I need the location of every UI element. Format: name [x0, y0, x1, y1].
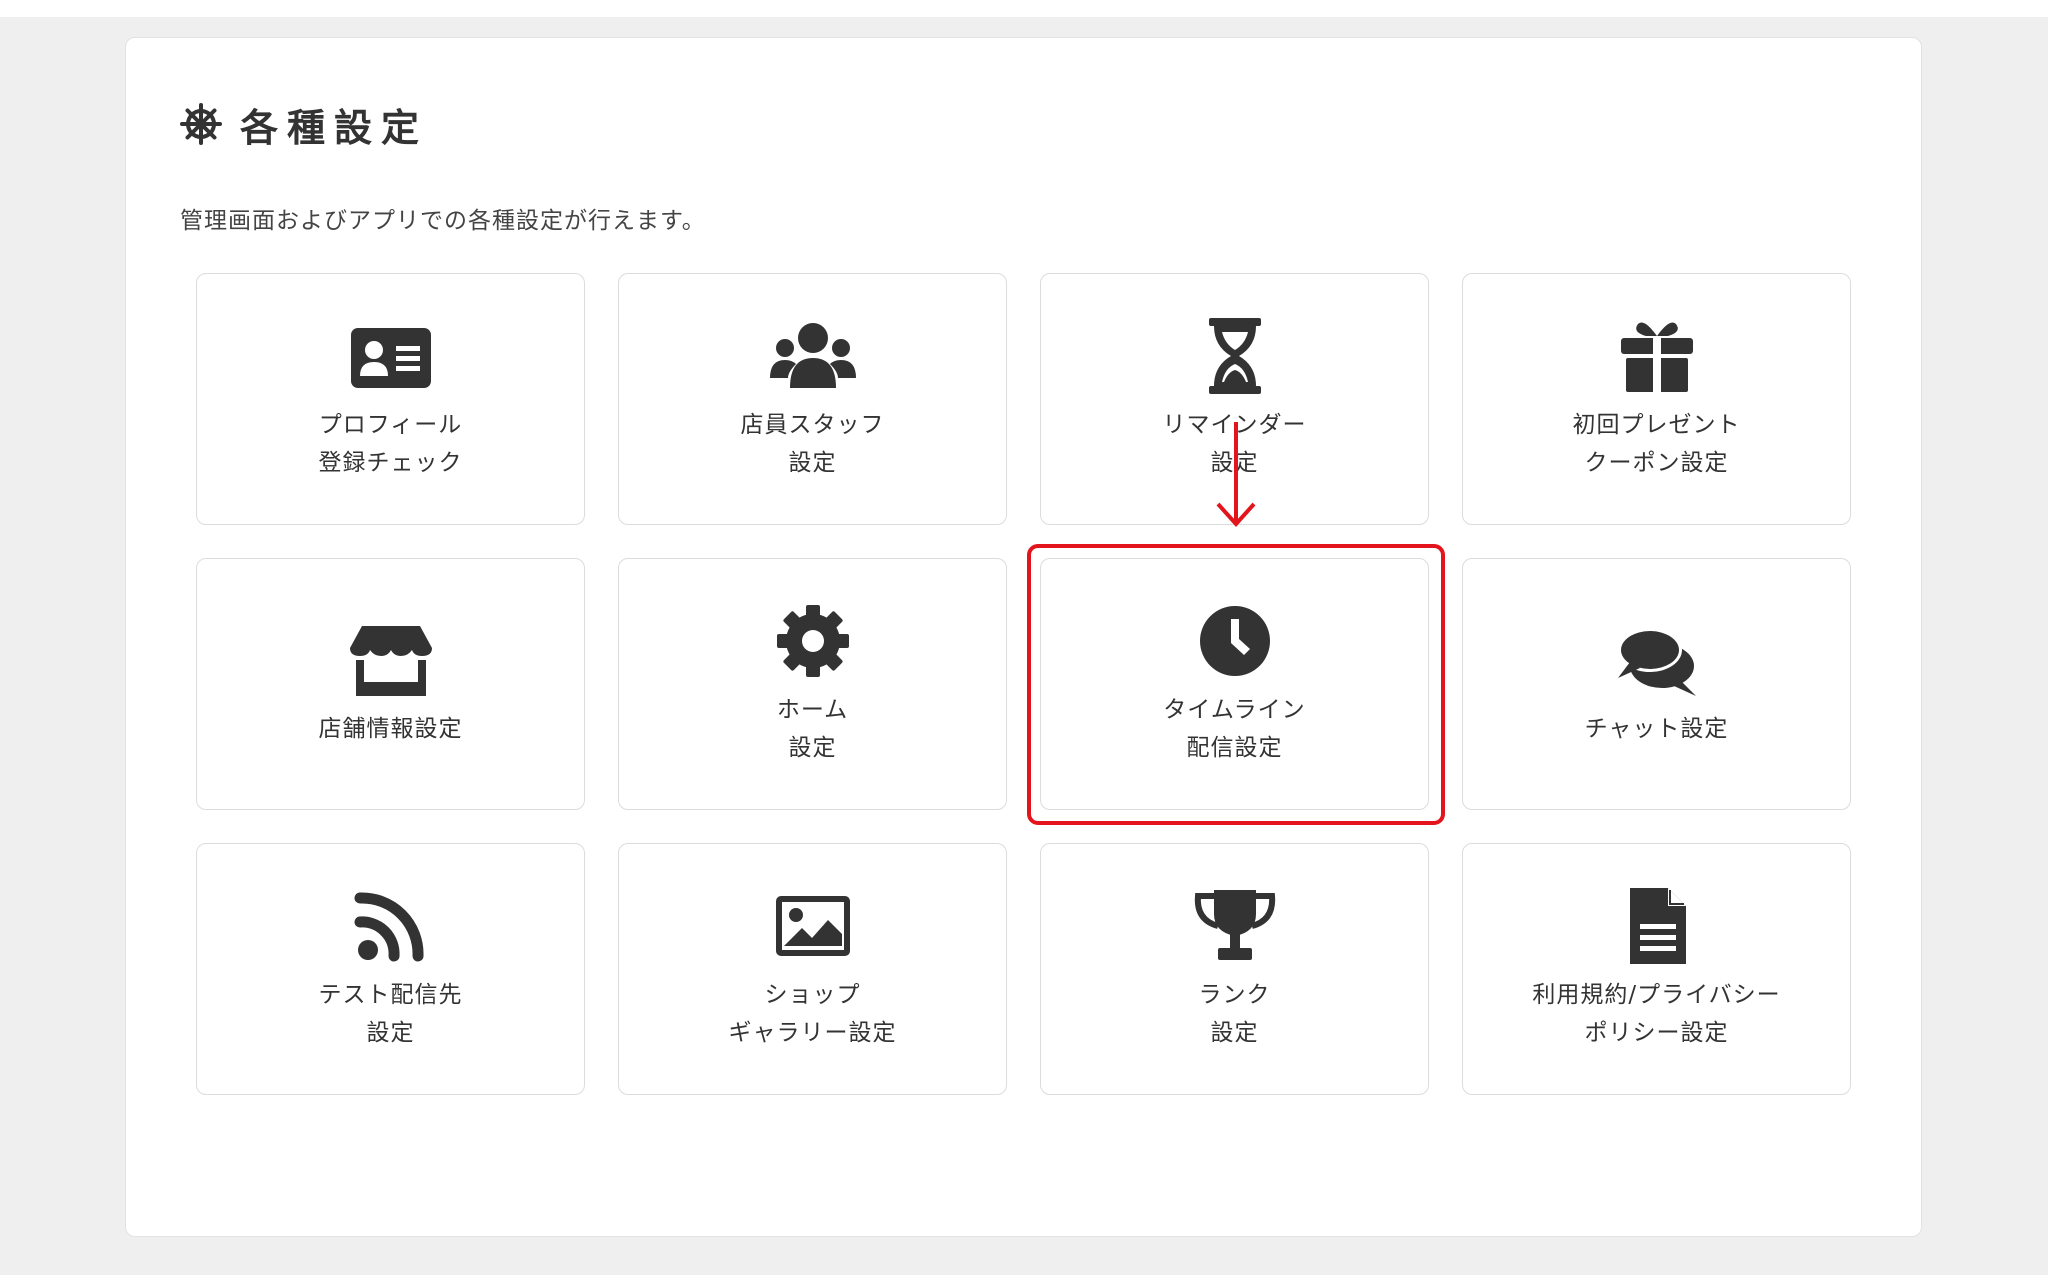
settings-grid: プロフィール 登録チェック 店員スタッフ 設定 リマインダー 設定 初回プレゼン…	[196, 273, 1852, 1095]
card-reminder-settings[interactable]: リマインダー 設定	[1040, 273, 1429, 525]
top-strip	[0, 0, 2048, 17]
store-icon	[348, 620, 434, 700]
card-profile-check[interactable]: プロフィール 登録チェック	[196, 273, 585, 525]
page-title: 各種設定	[240, 105, 429, 150]
card-label: チャット設定	[1584, 716, 1729, 742]
card-store-info-settings[interactable]: 店舗情報設定	[196, 558, 585, 810]
image-icon	[770, 886, 856, 966]
card-label: タイムライン 配信設定	[1163, 697, 1306, 761]
card-label: ショップ ギャラリー設定	[728, 982, 897, 1046]
card-label: プロフィール 登録チェック	[318, 412, 463, 476]
card-label: リマインダー 設定	[1162, 412, 1307, 476]
document-icon	[1614, 886, 1700, 966]
card-terms-privacy-settings[interactable]: 利用規約/プライバシー ポリシー設定	[1462, 843, 1851, 1095]
trophy-icon	[1192, 886, 1278, 966]
card-shop-gallery-settings[interactable]: ショップ ギャラリー設定	[618, 843, 1007, 1095]
card-chat-settings[interactable]: チャット設定	[1462, 558, 1851, 810]
gift-icon	[1614, 316, 1700, 396]
card-staff-settings[interactable]: 店員スタッフ 設定	[618, 273, 1007, 525]
card-label: 利用規約/プライバシー ポリシー設定	[1532, 982, 1781, 1046]
card-label: 初回プレゼント クーポン設定	[1572, 412, 1741, 476]
rss-icon	[348, 886, 434, 966]
card-timeline-delivery-settings[interactable]: タイムライン 配信設定	[1040, 558, 1429, 810]
card-label: 店員スタッフ 設定	[740, 412, 885, 476]
users-icon	[769, 316, 856, 396]
card-first-present-coupon[interactable]: 初回プレゼント クーポン設定	[1462, 273, 1851, 525]
clock-icon	[1192, 601, 1278, 681]
card-label: テスト配信先 設定	[318, 982, 463, 1046]
ship-wheel-icon	[180, 103, 222, 145]
id-card-icon	[348, 316, 434, 396]
card-home-settings[interactable]: ホーム 設定	[618, 558, 1007, 810]
hourglass-icon	[1192, 316, 1278, 396]
page-header: 各種設定	[180, 96, 428, 152]
gear-icon	[770, 601, 856, 681]
card-test-recipient-settings[interactable]: テスト配信先 設定	[196, 843, 585, 1095]
card-rank-settings[interactable]: ランク 設定	[1040, 843, 1429, 1095]
page-subtitle: 管理画面およびアプリでの各種設定が行えます。	[180, 208, 706, 234]
card-label: ランク 設定	[1198, 982, 1271, 1046]
card-label: ホーム 設定	[776, 697, 849, 761]
chat-bubbles-icon	[1614, 620, 1700, 700]
card-label: 店舗情報設定	[318, 716, 463, 742]
